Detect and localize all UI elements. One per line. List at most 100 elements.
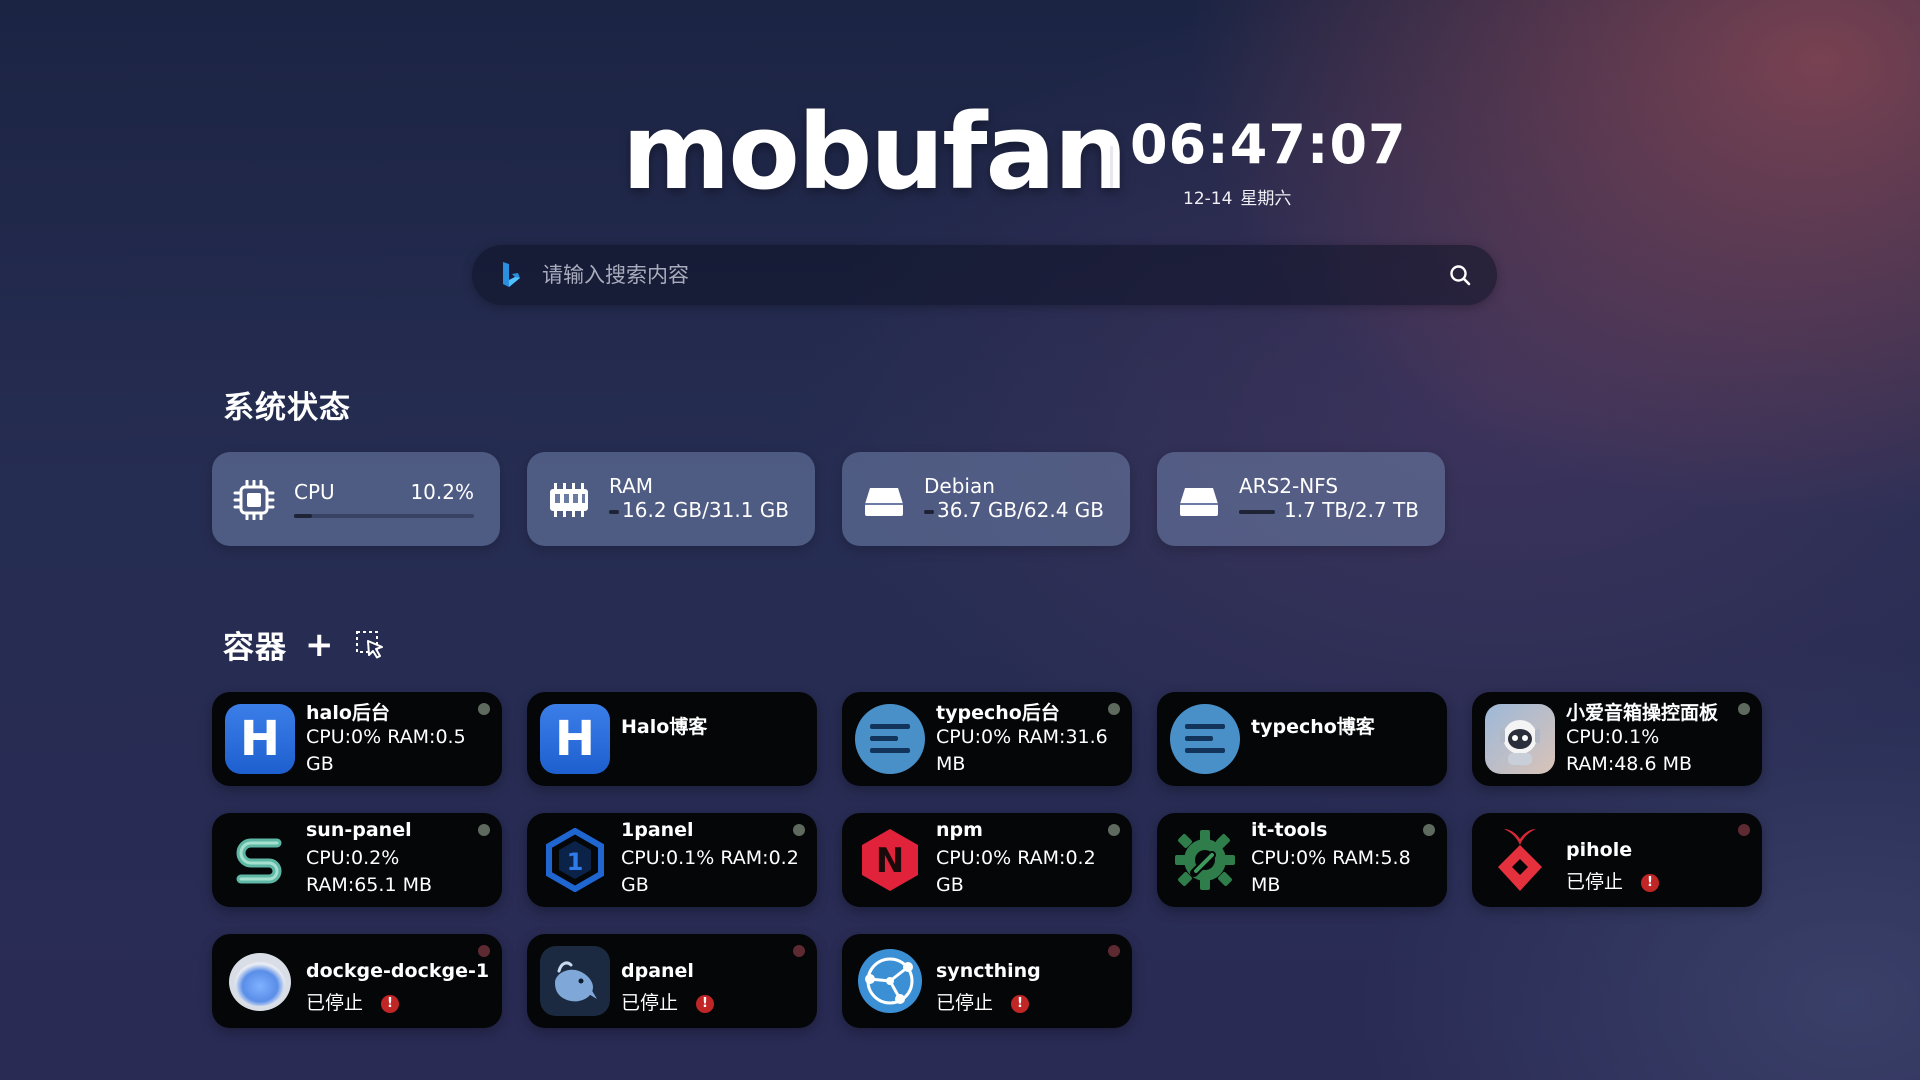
- status-dot-running: [1108, 703, 1120, 715]
- container-card-pihole[interactable]: pihole 已停止!: [1472, 813, 1762, 907]
- xiaoai-avatar-icon: [1485, 704, 1555, 774]
- container-stats: CPU:0% RAM:0.2 GB: [936, 847, 1096, 896]
- disk-label: ARS2-NFS: [1239, 474, 1339, 498]
- container-card-halo-blog[interactable]: H Halo博客: [527, 692, 817, 786]
- disk-card-ars2-nfs[interactable]: ARS2-NFS 1.7 TB/2.7 TB: [1157, 452, 1445, 546]
- 1panel-icon: 1: [540, 825, 610, 895]
- status-dot-stopped: [793, 945, 805, 957]
- weekday-text: 星期六: [1240, 189, 1292, 209]
- svg-text:N: N: [876, 841, 904, 881]
- container-card-npm[interactable]: N npm CPU:0% RAM:0.2 GB: [842, 813, 1132, 907]
- ram-label: RAM: [609, 474, 654, 498]
- disk-usage-bar: [924, 510, 934, 514]
- container-stats: CPU:0% RAM:5.8 MB: [1251, 847, 1411, 896]
- container-name: it-tools: [1251, 819, 1328, 841]
- status-dot-running: [478, 703, 490, 715]
- cpu-usage-fill: [294, 514, 313, 518]
- status-dot-running: [1738, 703, 1750, 715]
- container-stats: CPU:0% RAM:0.5 GB: [306, 726, 466, 775]
- nginx-proxy-manager-icon: N: [855, 825, 925, 895]
- container-card-dpanel[interactable]: dpanel 已停止!: [527, 934, 817, 1028]
- stopped-label: 已停止: [1566, 871, 1624, 893]
- container-card-syncthing[interactable]: syncthing 已停止!: [842, 934, 1132, 1028]
- container-card-dockge[interactable]: dockge-dockge-1 已停止!: [212, 934, 502, 1028]
- container-status: 已停止!: [621, 990, 801, 1017]
- title-divider: [1110, 146, 1113, 188]
- search-icon[interactable]: [1445, 260, 1475, 290]
- status-dot-running: [1423, 824, 1435, 836]
- container-card-typecho-admin[interactable]: typecho后台 CPU:0% RAM:31.6 MB: [842, 692, 1132, 786]
- ram-card[interactable]: RAM 16.2 GB/31.1 GB: [527, 452, 815, 546]
- sun-panel-icon: [225, 825, 295, 895]
- disk-card-debian[interactable]: Debian 36.7 GB/62.4 GB: [842, 452, 1130, 546]
- warning-icon: !: [1641, 873, 1660, 892]
- clock-date: 12-14 星期六: [1183, 184, 1299, 209]
- disk-value: 1.7 TB/2.7 TB: [1284, 498, 1419, 522]
- containers-heading: 容器 +: [223, 622, 385, 667]
- pihole-icon: [1485, 825, 1555, 895]
- container-card-it-tools[interactable]: it-tools CPU:0% RAM:5.8 MB: [1157, 813, 1447, 907]
- clock-time: 06:47:07: [1130, 113, 1407, 176]
- container-card-halo-admin[interactable]: H halo后台 CPU:0% RAM:0.5 GB: [212, 692, 502, 786]
- warning-icon: !: [381, 994, 400, 1013]
- memory-icon: [550, 483, 588, 517]
- container-card-1panel[interactable]: 1 1panel CPU:0.1% RAM:0.2 GB: [527, 813, 817, 907]
- halo-icon: H: [540, 704, 610, 774]
- container-stats: CPU:0.1% RAM:0.2 GB: [621, 847, 799, 896]
- drive-icon: [1180, 488, 1218, 516]
- status-dot-running: [1108, 824, 1120, 836]
- disk-usage-bar: [1239, 510, 1275, 514]
- container-name: syncthing: [936, 960, 1041, 982]
- container-status: 已停止!: [306, 990, 486, 1017]
- container-name: sun-panel: [306, 819, 412, 841]
- svg-text:1: 1: [567, 848, 584, 876]
- warning-icon: !: [696, 994, 715, 1013]
- ram-value: 16.2 GB/31.1 GB: [622, 498, 789, 522]
- status-dot-stopped: [1738, 824, 1750, 836]
- cpu-percent: 10.2%: [410, 480, 474, 504]
- container-stats: CPU:0.1% RAM:48.6 MB: [1566, 726, 1692, 775]
- container-name: typecho博客: [1251, 716, 1375, 738]
- container-card-sun-panel[interactable]: sun-panel CPU:0.2% RAM:65.1 MB: [212, 813, 502, 907]
- stopped-label: 已停止: [621, 992, 679, 1014]
- container-name: dockge-dockge-1: [306, 960, 490, 982]
- container-stats: CPU:0% RAM:31.6 MB: [936, 726, 1108, 775]
- typecho-icon: [1170, 704, 1240, 774]
- container-status: 已停止!: [936, 990, 1116, 1017]
- cpu-usage-bar: [294, 514, 474, 518]
- disk-usage-fill: [1239, 510, 1275, 514]
- container-name: 小爱音箱操控面板: [1566, 702, 1719, 724]
- plus-icon[interactable]: +: [305, 625, 335, 665]
- container-status: 已停止!: [1566, 869, 1746, 896]
- it-tools-gear-icon: [1170, 825, 1240, 895]
- search-input[interactable]: [540, 262, 1445, 288]
- container-name: 1panel: [621, 819, 694, 841]
- halo-icon: H: [225, 704, 295, 774]
- select-cursor-icon[interactable]: [355, 630, 385, 660]
- date-text: 12-14: [1183, 189, 1233, 209]
- container-card-typecho-blog[interactable]: typecho博客: [1157, 692, 1447, 786]
- stopped-label: 已停止: [306, 992, 364, 1014]
- disk-label: Debian: [924, 474, 995, 498]
- bing-icon[interactable]: [500, 261, 522, 289]
- dockge-icon: [225, 946, 295, 1016]
- container-card-xiaoai-panel[interactable]: 小爱音箱操控面板 CPU:0.1% RAM:48.6 MB: [1472, 692, 1762, 786]
- status-dot-running: [793, 824, 805, 836]
- system-status-heading: 系统状态: [223, 390, 351, 426]
- syncthing-icon: [855, 946, 925, 1016]
- disk-usage-fill: [924, 510, 934, 514]
- ram-usage-fill: [609, 510, 619, 514]
- drive-icon: [865, 488, 903, 516]
- cpu-card[interactable]: CPU 10.2%: [212, 452, 500, 546]
- search-bar: [472, 245, 1497, 305]
- site-title: mobufan: [622, 91, 1128, 213]
- container-name: typecho后台: [936, 702, 1060, 724]
- cpu-chip-icon: [233, 480, 275, 520]
- status-dot-running: [478, 824, 490, 836]
- container-name: npm: [936, 819, 983, 841]
- status-dot-stopped: [478, 945, 490, 957]
- status-dot-stopped: [1108, 945, 1120, 957]
- dpanel-whale-icon: [540, 946, 610, 1016]
- stopped-label: 已停止: [936, 992, 994, 1014]
- warning-icon: !: [1011, 994, 1030, 1013]
